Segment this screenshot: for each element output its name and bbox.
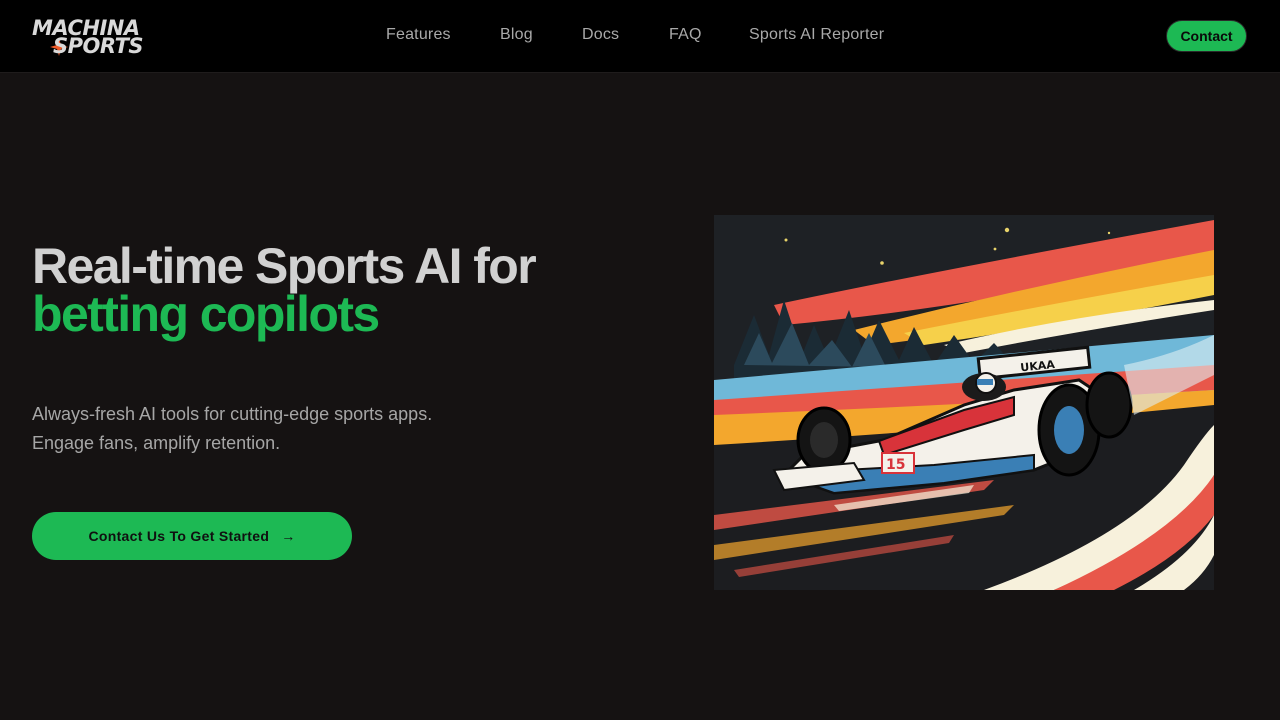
- nav-link-features[interactable]: Features: [386, 26, 451, 44]
- car-number-text: 15: [886, 457, 905, 473]
- hero-subtitle-line2: Engage fans, amplify retention.: [32, 433, 281, 453]
- get-started-label: Contact Us To Get Started: [88, 528, 270, 544]
- hero-title: Real-time Sports AI for betting copilots: [32, 238, 652, 342]
- get-started-button[interactable]: Contact Us To Get Started →: [32, 512, 352, 560]
- race-car-illustration: UKAA 15: [714, 215, 1214, 590]
- nav-link-faq[interactable]: FAQ: [669, 26, 702, 44]
- race-car-artwork: UKAA 15: [714, 215, 1214, 590]
- hero-subtitle: Always-fresh AI tools for cutting-edge s…: [32, 400, 552, 458]
- site-header: MACHINA SPORTS Features Blog Docs FAQ Sp…: [0, 0, 1280, 73]
- nav-link-blog[interactable]: Blog: [500, 26, 533, 44]
- contact-button[interactable]: Contact: [1166, 20, 1247, 52]
- hero-subtitle-line1: Always-fresh AI tools for cutting-edge s…: [32, 404, 433, 424]
- hero-title-highlight: betting copilots: [32, 286, 380, 342]
- main-nav: Features Blog Docs FAQ Sports AI Reporte…: [0, 0, 1280, 73]
- nav-link-sports-ai-reporter[interactable]: Sports AI Reporter: [749, 26, 884, 44]
- nav-link-docs[interactable]: Docs: [582, 26, 619, 44]
- arrow-right-icon: →: [281, 528, 296, 544]
- hero-title-line1: Real-time Sports AI for: [32, 238, 537, 294]
